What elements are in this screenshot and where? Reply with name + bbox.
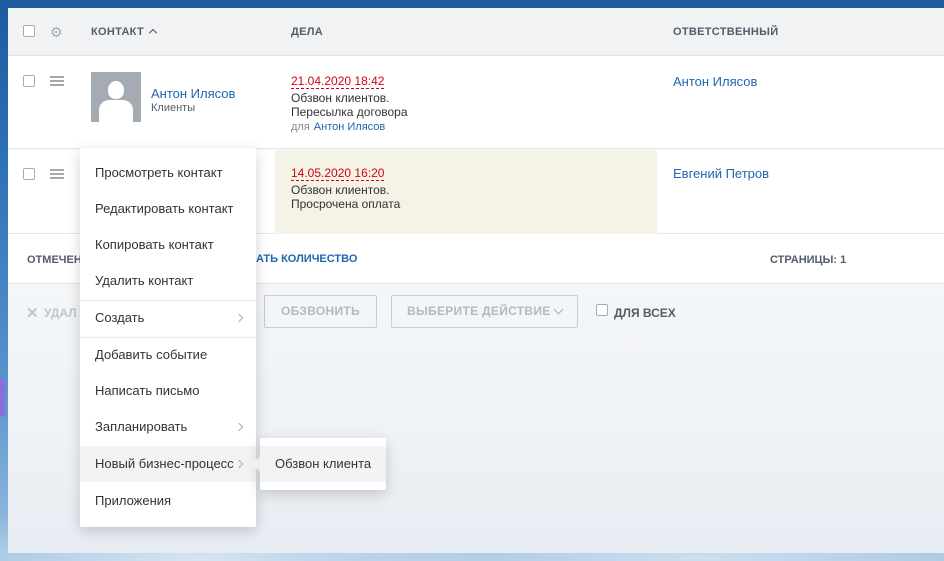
- table-header: ⚙ КОНТАКТ ДЕЛА ОТВЕТСТВЕННЫЙ: [8, 8, 944, 56]
- side-tab[interactable]: [0, 378, 5, 416]
- sort-ascending-icon: [148, 28, 158, 38]
- chevron-right-icon: [234, 313, 244, 323]
- menu-icon[interactable]: [50, 76, 64, 86]
- table-row: Антон Илясов Клиенты 21.04.2020 18:42 Об…: [8, 56, 944, 149]
- menu-item-create-label: Создать: [95, 310, 145, 325]
- submenu-item-call-client[interactable]: Обзвон клиента: [260, 446, 386, 482]
- deal-text-line-2: Пересылка договора: [291, 105, 408, 119]
- deal-text-line-1: Обзвон клиентов.: [291, 91, 390, 105]
- column-header-contact-label: КОНТАКТ: [91, 26, 144, 38]
- for-all-label: ДЛЯ ВСЕХ: [614, 306, 676, 320]
- deal-text-line-2: Просрочена оплата: [291, 197, 401, 211]
- submenu-pointer: [252, 456, 260, 472]
- column-header-contact[interactable]: КОНТАКТ: [91, 26, 158, 38]
- row-checkbox[interactable]: [23, 75, 35, 87]
- contact-type: Клиенты: [151, 102, 196, 114]
- menu-item-new-business-process[interactable]: Новый бизнес-процесс: [80, 446, 256, 482]
- row-checkbox[interactable]: [23, 168, 35, 180]
- column-header-responsible[interactable]: ОТВЕТСТВЕННЫЙ: [673, 26, 778, 38]
- selected-count-label: ОТМЕЧЕН: [27, 254, 82, 266]
- menu-item-create[interactable]: Создать: [80, 300, 256, 336]
- menu-item-schedule[interactable]: Запланировать: [80, 409, 256, 445]
- menu-item-delete-contact[interactable]: Удалить контакт: [80, 263, 256, 299]
- responsible-link[interactable]: Антон Илясов: [673, 74, 757, 89]
- chevron-right-icon: [234, 422, 244, 432]
- menu-icon[interactable]: [50, 169, 64, 179]
- menu-item-applications[interactable]: Приложения: [80, 483, 256, 519]
- deal-date[interactable]: 21.04.2020 18:42: [291, 74, 385, 89]
- deal-for-label: для: [291, 121, 310, 133]
- deal-for-link[interactable]: Антон Илясов: [314, 121, 385, 133]
- menu-item-write-email[interactable]: Написать письмо: [80, 373, 256, 409]
- pages-value: 1: [840, 254, 847, 266]
- avatar-body: [99, 100, 133, 122]
- pages-label-text: СТРАНИЦЫ:: [770, 254, 838, 266]
- action-select-label: ВЫБЕРИТЕ ДЕЙСТВИЕ: [407, 304, 551, 318]
- select-all-checkbox[interactable]: [23, 25, 35, 37]
- responsible-link[interactable]: Евгений Петров: [673, 166, 769, 181]
- call-button[interactable]: ОБЗВОНИТЬ: [264, 295, 377, 328]
- menu-item-view-contact[interactable]: Просмотреть контакт: [80, 155, 256, 191]
- chevron-right-icon: [234, 459, 244, 469]
- avatar-head: [108, 81, 124, 99]
- gear-icon[interactable]: ⚙: [50, 25, 64, 39]
- menu-item-schedule-label: Запланировать: [95, 419, 188, 434]
- deal-text-line-1: Обзвон клиентов.: [291, 183, 390, 197]
- menu-item-new-business-process-label: Новый бизнес-процесс: [95, 456, 234, 471]
- menu-item-edit-contact[interactable]: Редактировать контакт: [80, 191, 256, 227]
- show-count-link[interactable]: АТЬ КОЛИЧЕСТВО: [256, 253, 357, 265]
- menu-item-copy-contact[interactable]: Копировать контакт: [80, 227, 256, 263]
- deal-for: для Антон Илясов: [291, 121, 385, 133]
- action-select[interactable]: ВЫБЕРИТЕ ДЕЙСТВИЕ: [391, 295, 578, 328]
- submenu: Обзвон клиента: [260, 438, 386, 490]
- contact-name-link[interactable]: Антон Илясов: [151, 86, 235, 101]
- delete-icon[interactable]: ✕: [26, 304, 39, 322]
- pages-label: СТРАНИЦЫ: 1: [770, 254, 846, 266]
- column-header-deals[interactable]: ДЕЛА: [291, 26, 323, 38]
- chevron-down-icon: [553, 304, 564, 315]
- delete-button[interactable]: УДАЛ: [44, 306, 77, 320]
- deal-date[interactable]: 14.05.2020 16:20: [291, 166, 385, 181]
- avatar: [91, 72, 141, 122]
- menu-item-add-event[interactable]: Добавить событие: [80, 337, 256, 373]
- for-all-checkbox[interactable]: [596, 304, 608, 316]
- context-menu: Просмотреть контакт Редактировать контак…: [80, 148, 256, 527]
